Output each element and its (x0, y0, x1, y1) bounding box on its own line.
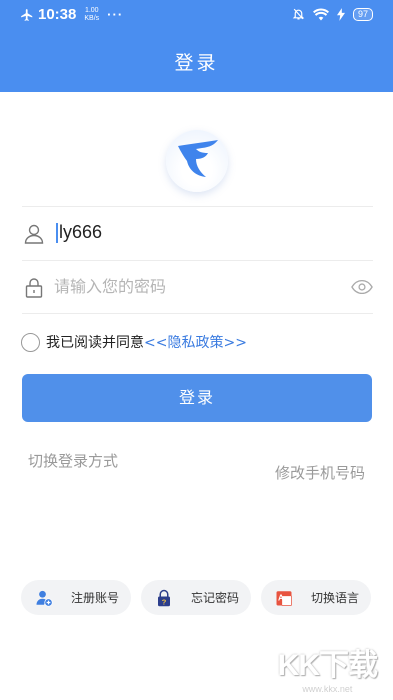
agree-radio[interactable] (21, 332, 40, 352)
password-field[interactable] (54, 274, 344, 302)
wifi-icon (312, 8, 329, 20)
username-row: ly666 (22, 206, 373, 260)
lock-question-icon: ? (158, 589, 170, 606)
change-phone-link[interactable]: 修改手机号码 (275, 462, 365, 483)
status-left: 10:38 1.00 KB/s ··· (20, 6, 123, 23)
watermark: KK下载 www.kkx.net (277, 640, 378, 694)
logo-f-icon (178, 140, 218, 177)
more-notifications-icon: ··· (107, 7, 124, 22)
svg-text:?: ? (162, 597, 167, 606)
lock-icon (25, 278, 43, 298)
page-title: 登录 (174, 52, 219, 74)
charging-icon (336, 7, 345, 21)
switch-login-method-link[interactable]: 切换登录方式 (28, 450, 118, 471)
username-field[interactable]: ly666 (56, 222, 102, 243)
app-header: 10:38 1.00 KB/s ··· 97 登录 (0, 0, 393, 92)
net-speed: 1.00 KB/s (84, 7, 99, 23)
svg-text:A: A (278, 593, 284, 602)
mute-icon (292, 8, 305, 20)
app-logo (166, 130, 228, 192)
airplane-icon (21, 8, 33, 21)
forgot-password-label: 忘记密码 (191, 591, 240, 605)
language-icon: A (276, 590, 292, 606)
register-label: 注册账号 (71, 591, 120, 605)
password-row (22, 260, 373, 314)
add-user-icon (36, 590, 53, 607)
switch-language-button[interactable]: A 切换语言 (261, 580, 371, 615)
watermark-url: www.kkx.net (302, 684, 353, 694)
status-bar: 10:38 1.00 KB/s ··· 97 (0, 0, 393, 30)
net-speed-value: 1.00 (84, 6, 99, 14)
net-speed-unit: KB/s (84, 14, 100, 22)
username-value: ly666 (59, 222, 103, 242)
show-password-eye-icon[interactable] (351, 279, 373, 295)
battery-level: 97 (352, 7, 373, 21)
login-button[interactable]: 登录 (22, 374, 372, 422)
privacy-policy-link[interactable]: <<隐私政策>> (144, 332, 247, 352)
switch-language-label: 切换语言 (311, 591, 360, 605)
watermark-text: KK下载 (277, 649, 378, 682)
status-time: 10:38 (38, 6, 77, 23)
forgot-password-button[interactable]: ? 忘记密码 (141, 580, 251, 615)
status-right: 97 (292, 7, 373, 21)
agreement-text: 我已阅读并同意 (46, 335, 144, 351)
agreement-row: 我已阅读并同意 <<隐私政策>> (21, 332, 247, 352)
user-icon (24, 224, 44, 244)
register-button[interactable]: 注册账号 (21, 580, 131, 615)
text-cursor (56, 222, 58, 243)
